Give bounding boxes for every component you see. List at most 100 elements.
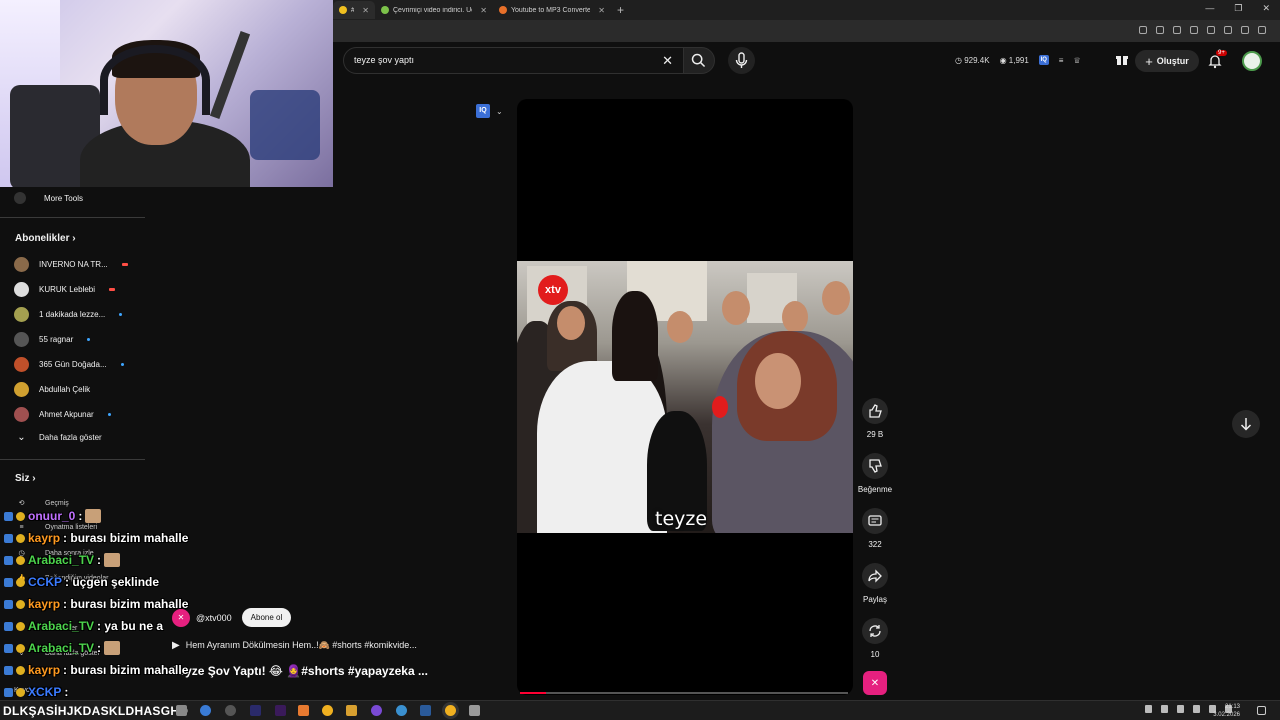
channel-avatar: [14, 332, 29, 347]
chrome-icon[interactable]: [445, 705, 456, 716]
live-indicator-icon: [109, 288, 116, 291]
search-input[interactable]: teyze şov yaptı ✕: [343, 47, 686, 74]
close-icon[interactable]: ✕: [480, 6, 487, 15]
subscribe-button[interactable]: Abone ol: [241, 608, 292, 627]
sidebar-item-more-tools[interactable]: More Tools: [14, 192, 83, 204]
channel-handle[interactable]: @xtv000: [196, 613, 232, 623]
video-progress-bar[interactable]: [520, 692, 848, 694]
sidebar-item-subscription[interactable]: KURUK Leblebi: [14, 282, 116, 297]
app-icon[interactable]: [469, 705, 480, 716]
sidebar-item-subscription[interactable]: Abdullah Çelik: [14, 382, 90, 397]
sidebar-item-subscription[interactable]: 1 dakikada lezze...: [14, 307, 123, 322]
eye-off-icon[interactable]: [1173, 26, 1181, 34]
app-icon[interactable]: [298, 705, 309, 716]
taskbar: DLKŞASİHJKDASKLDHASGHD 21:13 3.02.2026: [0, 700, 1280, 720]
chat-text: : üçgen şeklinde: [65, 575, 160, 589]
sidebar-item-label: 55 ragnar: [39, 335, 74, 344]
app-icon[interactable]: [225, 705, 236, 716]
sidebar-item-label: More Tools: [44, 193, 83, 203]
search-button[interactable]: [683, 47, 715, 74]
close-window-button[interactable]: ✕: [1262, 3, 1270, 14]
sidebar-item-history[interactable]: ⟲ Geçmiş: [14, 499, 69, 508]
browser-tab[interactable]: #ult ✕: [333, 1, 375, 19]
next-short-button[interactable]: [1232, 410, 1260, 438]
window-controls: — ❐ ✕: [1205, 3, 1270, 14]
new-content-dot-icon: [107, 413, 111, 416]
chat-badge-icon: [16, 577, 25, 587]
menu-icon[interactable]: [1258, 26, 1266, 34]
clock[interactable]: 21:13 3.02.2026: [1213, 703, 1240, 719]
maximize-button[interactable]: ❐: [1234, 3, 1242, 14]
clear-search-icon[interactable]: ✕: [662, 53, 673, 69]
photoshop-icon[interactable]: [250, 705, 261, 716]
tab-title: Çevrimiçi video indirici. Ücretsi...: [393, 6, 472, 14]
browser-tab[interactable]: Çevrimiçi video indirici. Ücretsi... ✕: [375, 1, 493, 19]
app-icon[interactable]: [371, 705, 382, 716]
notification-center-icon[interactable]: [1257, 706, 1266, 715]
short-title[interactable]: Teyze Şov Yaptı! 😂 🧕#shorts #yapayzeka .…: [172, 664, 428, 678]
gift-icon[interactable]: [1115, 53, 1129, 67]
tray-icon[interactable]: [1145, 705, 1152, 713]
sidebar-show-more[interactable]: ⌄ Daha fazla göster: [14, 432, 101, 443]
sidebar-item-label: 365 Gün Doğada...: [39, 360, 107, 369]
folder-icon[interactable]: [346, 705, 357, 716]
sound-row[interactable]: ▶ Hem Ayranım Dökülmesin Hem..!🙈 #shorts…: [172, 640, 417, 651]
zoom-icon[interactable]: [1139, 26, 1147, 34]
tray-icon[interactable]: [1177, 705, 1184, 713]
sidebar-item-subscription[interactable]: 55 ragnar: [14, 332, 91, 347]
sidebar-item-subscription[interactable]: INVERNO NA TR...: [14, 257, 128, 272]
chat-text: :: [78, 509, 83, 523]
chat-badge-icon: [16, 533, 25, 543]
browser-tab[interactable]: Youtube to MP3 Converter (Ad... ✕: [493, 1, 611, 19]
notifications-button[interactable]: 9+: [1207, 50, 1227, 69]
xtv-logo: xtv: [538, 275, 568, 305]
create-button[interactable]: + Oluştur: [1135, 50, 1199, 72]
iq-icon[interactable]: IQ: [1038, 55, 1049, 65]
app-icon[interactable]: [396, 705, 407, 716]
new-tab-button[interactable]: +: [617, 3, 624, 17]
download-icon[interactable]: [1224, 26, 1232, 34]
subscriptions-header[interactable]: Abonelikler ›: [15, 233, 76, 244]
dislike-button[interactable]: [862, 453, 888, 479]
share-button[interactable]: [862, 563, 888, 589]
search-icon: [691, 53, 706, 68]
chrome-icon[interactable]: [322, 705, 333, 716]
search-icon[interactable]: [176, 705, 187, 716]
voice-search-button[interactable]: [728, 47, 755, 74]
cast-icon[interactable]: [1156, 26, 1164, 34]
extensions-icon[interactable]: [1207, 26, 1215, 34]
chat-username: CCKP: [28, 575, 63, 589]
account-avatar[interactable]: [1242, 51, 1262, 71]
sidebar-item-label: KURUK Leblebi: [39, 285, 96, 294]
tray-icon[interactable]: [1161, 705, 1168, 713]
premiere-icon[interactable]: [275, 705, 286, 716]
like-count: 29 B: [866, 430, 884, 439]
chat-badge-icon: [4, 665, 13, 675]
like-button[interactable]: [862, 398, 888, 424]
channel-avatar: [14, 357, 29, 372]
trophy-icon[interactable]: ♕: [1073, 56, 1080, 65]
minimize-button[interactable]: —: [1205, 3, 1214, 14]
sidebar-item-subscription[interactable]: Ahmet Akpunar: [14, 407, 111, 422]
tab-favicon-icon: [381, 6, 389, 14]
close-icon[interactable]: ✕: [362, 6, 369, 15]
list-icon[interactable]: ≡: [1059, 56, 1064, 65]
iq-widget[interactable]: IQ ⌄: [476, 104, 503, 118]
close-icon[interactable]: ✕: [598, 6, 605, 15]
you-header[interactable]: Siz ›: [15, 473, 36, 484]
star-icon[interactable]: [1190, 26, 1198, 34]
chat-username: Arabaci_TV: [28, 553, 95, 567]
volume-icon[interactable]: [1193, 705, 1200, 713]
share-label: Paylaş: [862, 595, 887, 604]
iq-icon: IQ: [476, 104, 490, 118]
remix-button[interactable]: [862, 618, 888, 644]
steam-icon[interactable]: [420, 705, 431, 716]
sidebar-item-subscription[interactable]: 365 Gün Doğada...: [14, 357, 124, 372]
chat-message: kayrp: burası bizim mahalle: [4, 529, 188, 547]
comments-button[interactable]: [862, 508, 888, 534]
profile-icon[interactable]: [1241, 26, 1249, 34]
app-icon[interactable]: [200, 705, 211, 716]
chat-message: Arabaci_TV : ya bu ne a: [4, 617, 163, 635]
chat-badge-icon: [16, 665, 25, 675]
sound-channel-thumbnail[interactable]: ✕: [863, 671, 887, 695]
